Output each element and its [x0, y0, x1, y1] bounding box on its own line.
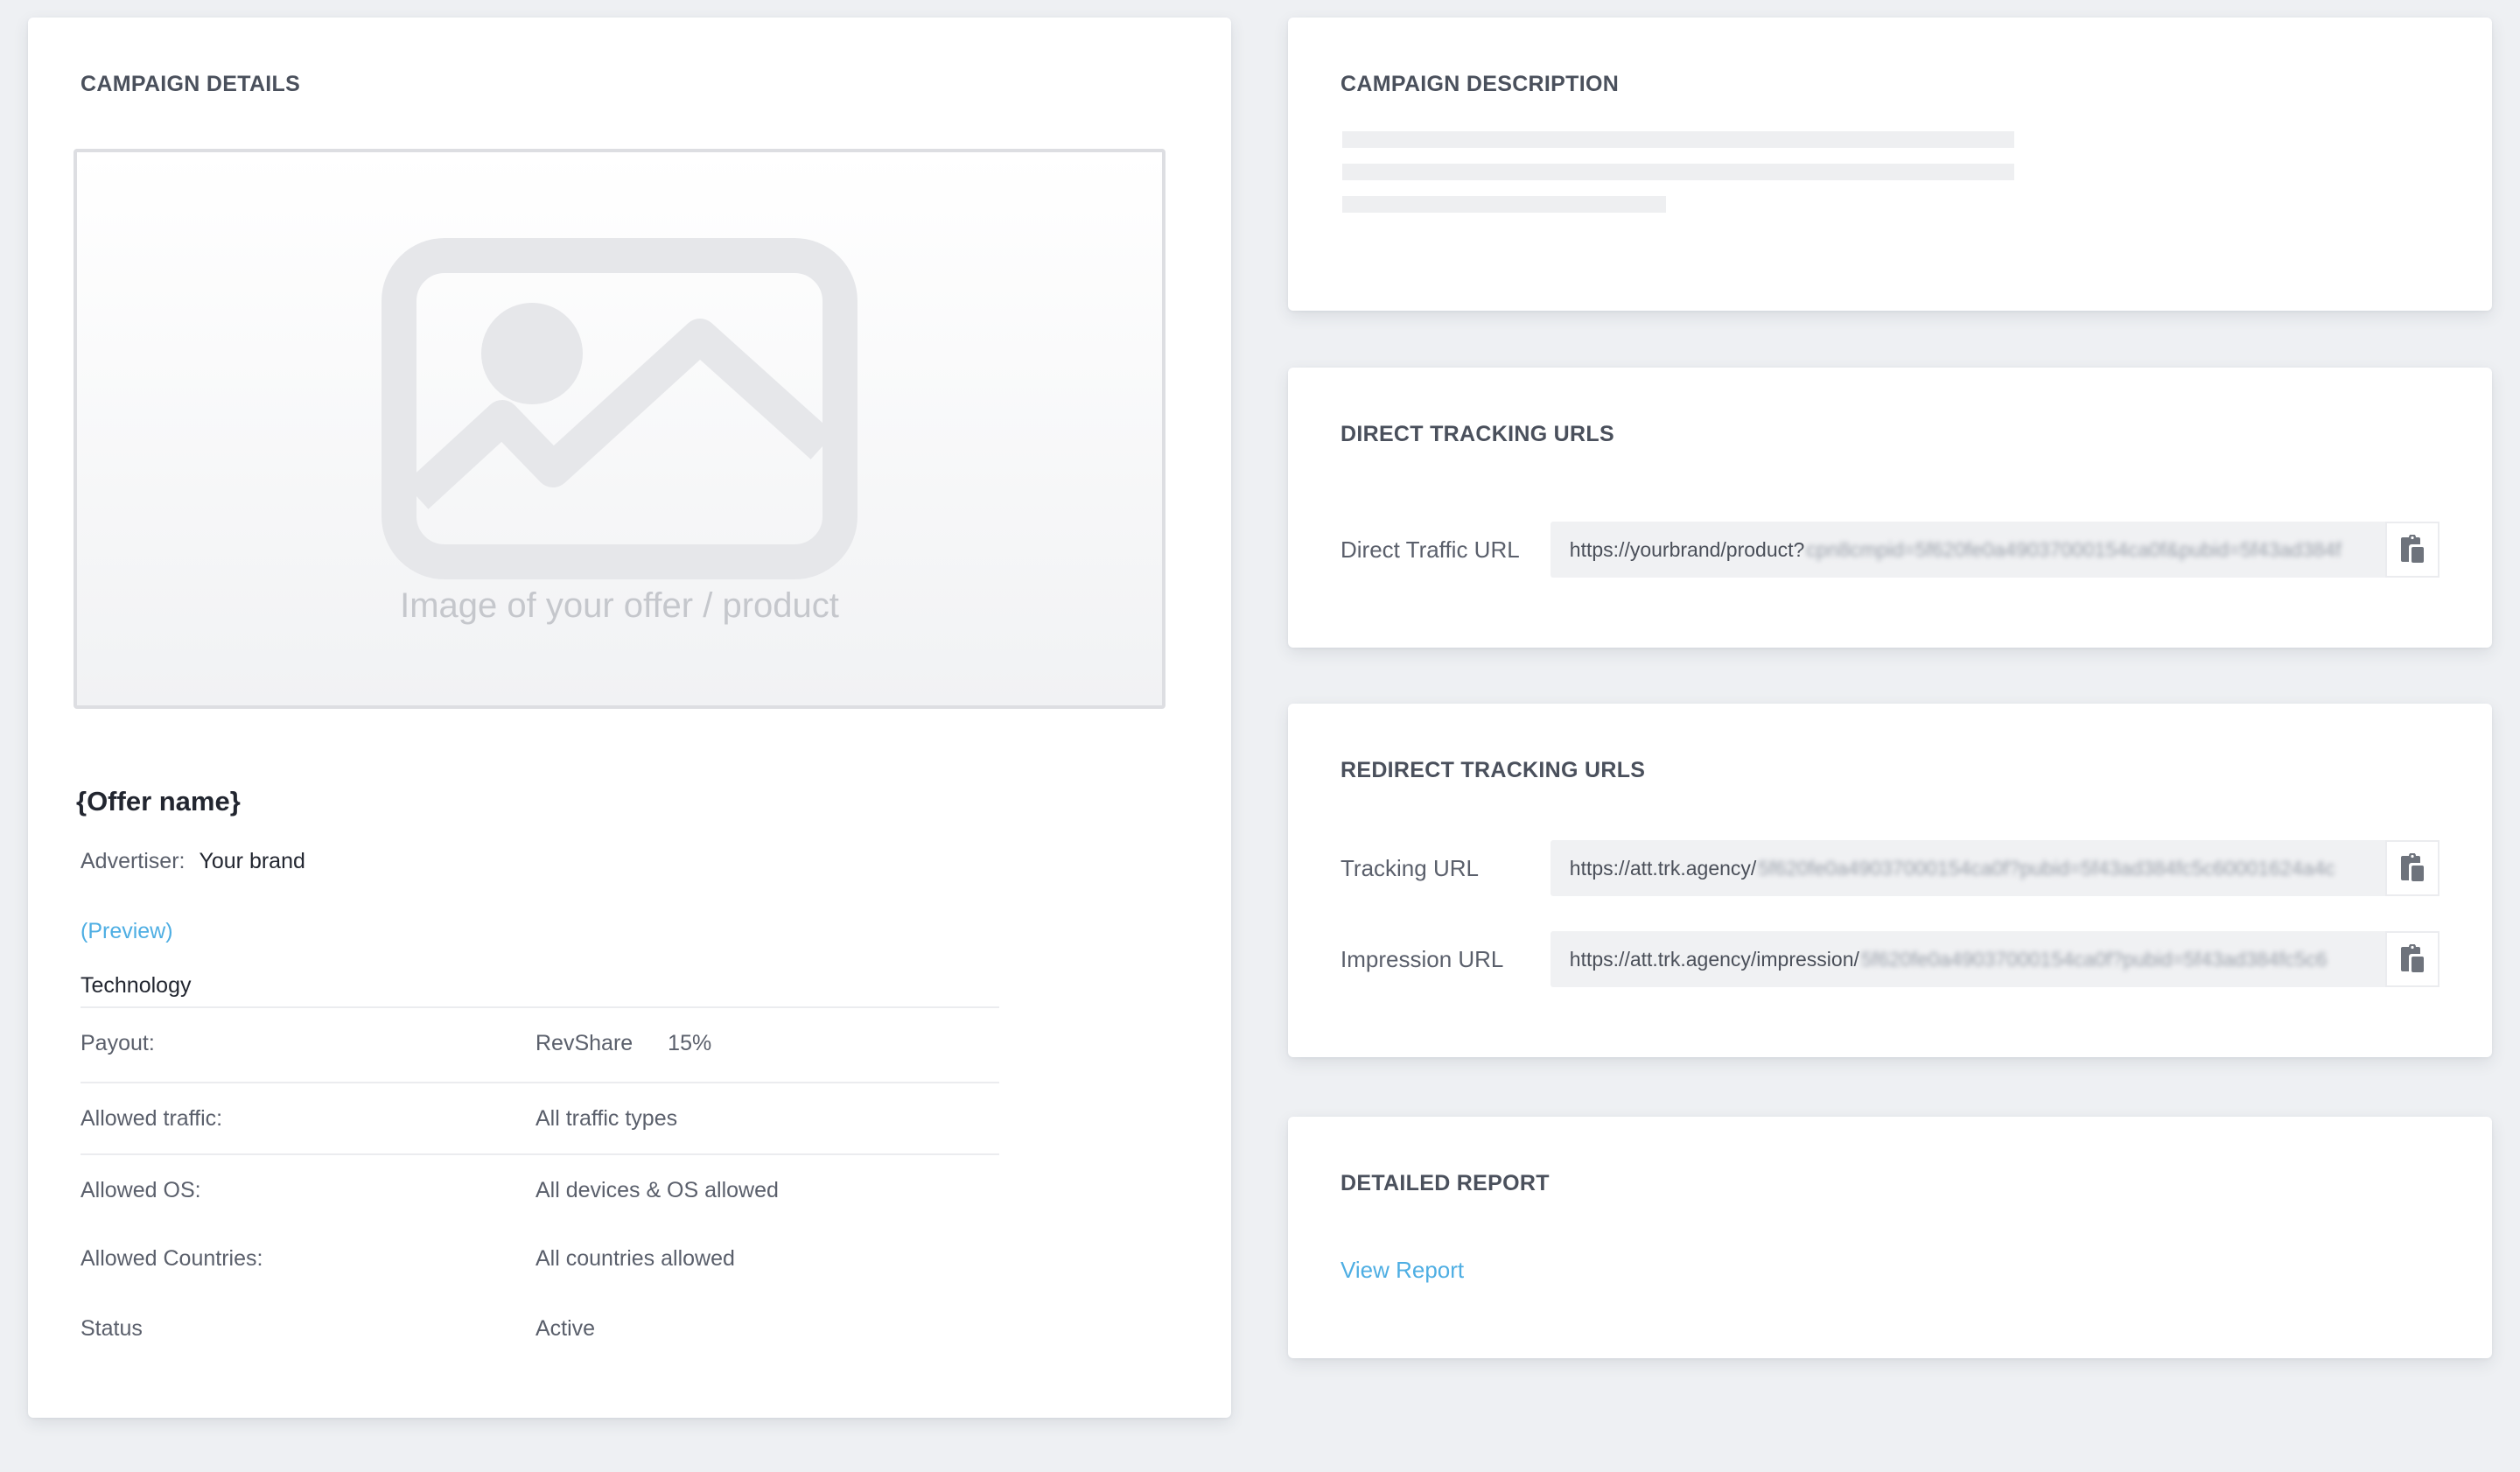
campaign-details-card: CAMPAIGN DETAILS Image of your offer / p… — [28, 18, 1231, 1418]
image-placeholder-icon — [382, 238, 858, 579]
detail-label: Payout: — [80, 1030, 155, 1055]
detail-value: Active — [536, 1315, 596, 1341]
detail-value: All traffic types — [536, 1105, 678, 1131]
offer-image-placeholder: Image of your offer / product — [74, 149, 1166, 709]
copy-button[interactable] — [2385, 931, 2440, 987]
direct-traffic-url-row: Direct Traffic URL https://yourbrand/pro… — [1340, 522, 2440, 578]
detail-row-status: Status Active — [80, 1293, 999, 1363]
clipboard-copy-icon — [2401, 853, 2425, 881]
advertiser-label: Advertiser: — [80, 849, 186, 873]
redirect-tracking-urls-card: REDIRECT TRACKING URLS Tracking URL http… — [1288, 704, 2492, 1057]
image-caption: Image of your offer / product — [400, 586, 839, 625]
description-skeleton-line — [1342, 196, 1666, 213]
campaign-page: CAMPAIGN DETAILS Image of your offer / p… — [0, 0, 2520, 1472]
view-report-link[interactable]: View Report — [1340, 1257, 1464, 1284]
direct-traffic-url-field[interactable]: https://yourbrand/product? cpn8cmpid=5f62… — [1550, 522, 2386, 578]
detail-label: Allowed OS: — [80, 1177, 201, 1202]
detail-label: Status — [80, 1315, 143, 1341]
offer-category: Technology — [80, 973, 192, 998]
url-blurred-part: 5f620fe0a49037000154ca0f?pubid=5f43ad384… — [1860, 947, 2328, 971]
url-visible-part: https://att.trk.agency/ — [1569, 856, 1757, 880]
clipboard-copy-icon — [2401, 535, 2425, 563]
impression-url-field[interactable]: https://att.trk.agency/impression/5f620f… — [1550, 931, 2386, 987]
advertiser-value: Your brand — [199, 849, 305, 873]
detail-label: Allowed traffic: — [80, 1105, 223, 1131]
detail-value: All devices & OS allowed — [536, 1177, 779, 1202]
direct-tracking-urls-title: DIRECT TRACKING URLS — [1340, 422, 1614, 446]
impression-url-row: Impression URL https://att.trk.agency/im… — [1340, 931, 2440, 987]
detailed-report-card: DETAILED REPORT View Report — [1288, 1117, 2492, 1358]
url-blurred-part: 5f620fe0a49037000154ca0f?pubid=5f43ad384… — [1758, 856, 2335, 880]
detail-value: All countries allowed — [536, 1245, 735, 1271]
copy-button[interactable] — [2385, 840, 2440, 896]
tracking-url-row: Tracking URL https://att.trk.agency/5f62… — [1340, 840, 2440, 896]
url-label: Impression URL — [1340, 945, 1504, 972]
campaign-description-title: CAMPAIGN DESCRIPTION — [1340, 72, 1620, 96]
copy-button[interactable] — [2385, 522, 2440, 578]
url-blurred-part: cpn8cmpid=5f620fe0a49037000154ca0f&pubid… — [1806, 537, 2342, 561]
advertiser: Advertiser: Your brand — [80, 849, 305, 874]
tracking-url-field[interactable]: https://att.trk.agency/5f620fe0a49037000… — [1550, 840, 2386, 896]
detail-label: Allowed Countries: — [80, 1245, 263, 1271]
detail-value: RevShare — [536, 1030, 634, 1055]
url-label: Direct Traffic URL — [1340, 536, 1520, 563]
detailed-report-title: DETAILED REPORT — [1340, 1171, 1550, 1195]
description-skeleton-line — [1342, 131, 2014, 148]
preview-link[interactable]: (Preview) — [80, 919, 173, 944]
description-skeleton-line — [1342, 164, 2014, 180]
detail-row-payout: Payout: RevShare 15% — [80, 1006, 999, 1078]
url-visible-part: https://yourbrand/product? — [1569, 537, 1805, 561]
detail-value-extra: 15% — [668, 1030, 712, 1055]
url-visible-part: https://att.trk.agency/impression/ — [1569, 947, 1859, 971]
clipboard-copy-icon — [2401, 944, 2425, 972]
detail-row-allowed-countries: Allowed Countries: All countries allowed — [80, 1223, 999, 1293]
campaign-description-card: CAMPAIGN DESCRIPTION — [1288, 18, 2492, 311]
detail-row-allowed-traffic: Allowed traffic: All traffic types — [80, 1082, 999, 1153]
redirect-tracking-urls-title: REDIRECT TRACKING URLS — [1340, 758, 1646, 782]
url-label: Tracking URL — [1340, 854, 1479, 881]
campaign-details-title: CAMPAIGN DETAILS — [80, 72, 301, 96]
offer-name: {Offer name} — [76, 786, 241, 817]
detail-row-allowed-os: Allowed OS: All devices & OS allowed — [80, 1153, 999, 1225]
direct-tracking-urls-card: DIRECT TRACKING URLS Direct Traffic URL … — [1288, 368, 2492, 648]
